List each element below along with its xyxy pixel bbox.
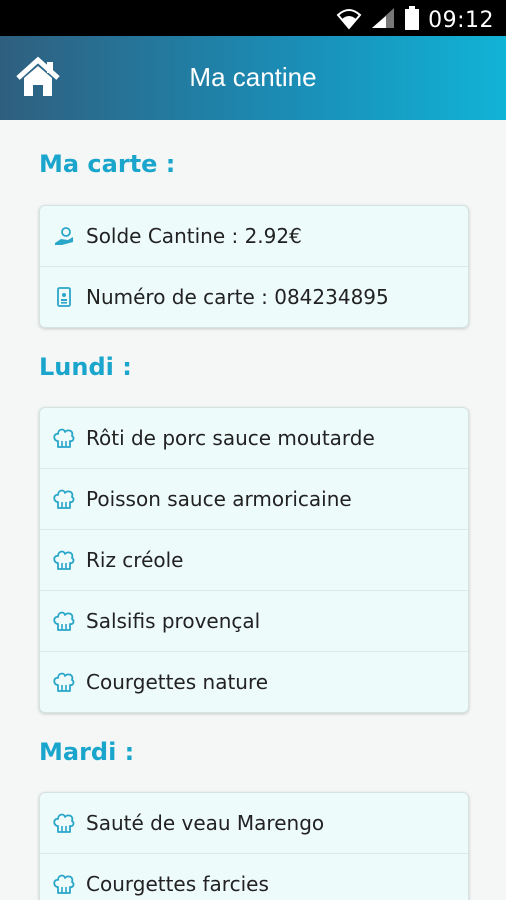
list-item: Poisson sauce armoricaine: [40, 468, 468, 529]
app-bar: Ma cantine: [0, 36, 506, 120]
menu-card-mardi: Sauté de veau Marengo Courgettes farcies: [39, 792, 469, 900]
chef-hat-icon: [52, 670, 76, 694]
id-card-icon: [52, 285, 76, 309]
card-info-card: Solde Cantine : 2.92€ Numéro de carte : …: [39, 205, 469, 328]
list-item: Rôti de porc sauce moutarde: [40, 408, 468, 468]
main-content: Ma carte : Solde Cantine : 2.92€ Numéro: [0, 120, 506, 900]
signal-icon: [370, 6, 396, 35]
page-title: Ma cantine: [189, 62, 317, 92]
menu-card-lundi: Rôti de porc sauce moutarde Poisson sauc…: [39, 407, 469, 713]
chef-hat-icon: [52, 811, 76, 835]
dish-name: Rôti de porc sauce moutarde: [86, 426, 375, 450]
list-item: Sauté de veau Marengo: [40, 793, 468, 853]
chef-hat-icon: [52, 609, 76, 633]
chef-hat-icon: [52, 487, 76, 511]
dish-name: Poisson sauce armoricaine: [86, 487, 352, 511]
section-title-lundi: Lundi :: [39, 353, 132, 381]
chef-hat-icon: [52, 426, 76, 450]
dish-name: Courgettes farcies: [86, 872, 269, 896]
dish-name: Courgettes nature: [86, 670, 269, 694]
list-item: Salsifis provençal: [40, 590, 468, 651]
section-title-mardi: Mardi :: [39, 738, 135, 766]
wifi-icon: [336, 6, 362, 35]
list-item-balance: Solde Cantine : 2.92€: [40, 206, 468, 266]
chef-hat-icon: [52, 548, 76, 572]
list-item: Riz créole: [40, 529, 468, 590]
dish-name: Sauté de veau Marengo: [86, 811, 325, 835]
wallet-icon: [52, 224, 76, 248]
status-bar: 09:12: [0, 0, 506, 36]
list-item: Courgettes farcies: [40, 853, 468, 900]
section-title-carte: Ma carte :: [39, 150, 176, 178]
balance-text: Solde Cantine : 2.92€: [86, 224, 302, 248]
card-number-text: Numéro de carte : 084234895: [86, 285, 389, 309]
status-time: 09:12: [428, 8, 494, 33]
list-item: Courgettes nature: [40, 651, 468, 712]
list-item-card-number: Numéro de carte : 084234895: [40, 266, 468, 327]
battery-icon: [404, 5, 420, 36]
chef-hat-icon: [52, 872, 76, 896]
dish-name: Salsifis provençal: [86, 609, 261, 633]
dish-name: Riz créole: [86, 548, 184, 572]
